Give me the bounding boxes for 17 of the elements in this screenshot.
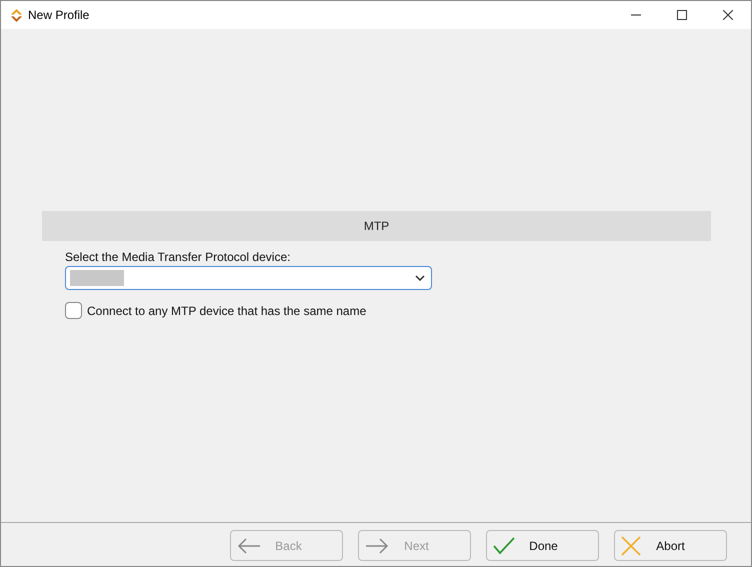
window-title: New Profile (28, 8, 90, 22)
value-block (70, 270, 124, 286)
left-arrow-icon (237, 538, 261, 554)
maximize-icon[interactable] (677, 10, 687, 20)
section-header: MTP (42, 211, 711, 241)
close-icon[interactable] (723, 10, 733, 20)
wizard-button[interactable]: Abort (614, 530, 727, 561)
checkbox[interactable] (65, 302, 82, 319)
field-label: Select the Media Transfer Protocol device: (65, 250, 292, 264)
checkbox-label: Connect to any MTP device that has the same name (87, 304, 366, 318)
checkmark-icon (493, 536, 515, 554)
cross-icon (621, 536, 641, 556)
right-arrow-icon (365, 538, 389, 554)
chevron-icon (415, 275, 425, 281)
app-logo-icon (10, 8, 23, 22)
wizard-button[interactable]: Done (486, 530, 599, 561)
device-dropdown[interactable] (65, 266, 432, 290)
